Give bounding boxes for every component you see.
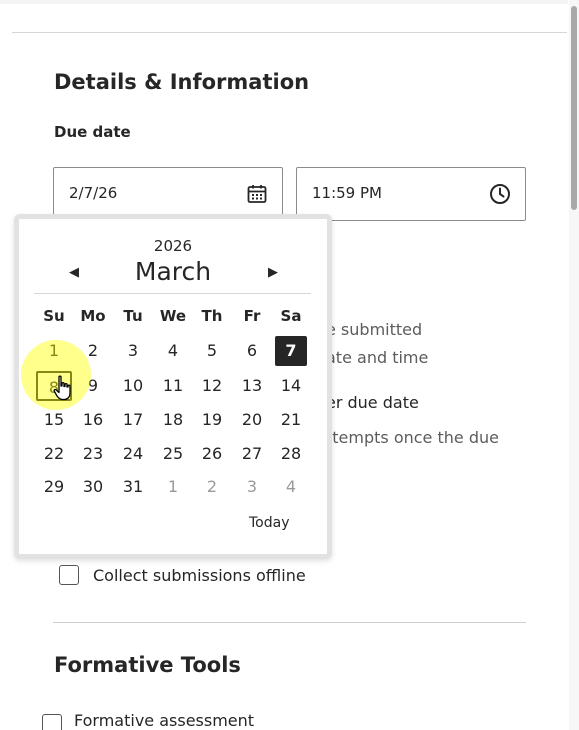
day-cell[interactable]: 29 (36, 472, 72, 502)
day-cell[interactable]: 10 (115, 371, 151, 401)
section-title-formative: Formative Tools (54, 653, 241, 677)
collect-offline-checkbox[interactable] (59, 565, 79, 585)
weekday-th: Th (201, 307, 223, 325)
day-cell[interactable]: 13 (234, 371, 270, 401)
picker-year: 2026 (153, 237, 193, 255)
bg-text-3: er due date (326, 393, 419, 412)
next-month-button[interactable]: ▶ (268, 265, 278, 280)
section-divider (53, 622, 526, 623)
day-cell[interactable]: 4 (155, 336, 191, 366)
day-cell[interactable]: 19 (194, 405, 230, 435)
day-cell[interactable]: 17 (115, 405, 151, 435)
day-cell[interactable]: 3 (115, 336, 151, 366)
due-time-value: 11:59 PM (312, 184, 382, 202)
day-cell[interactable]: 3 (234, 472, 270, 502)
day-cell[interactable]: 21 (273, 405, 309, 435)
weekday-we: We (159, 307, 187, 325)
day-cell[interactable]: 18 (155, 405, 191, 435)
day-cell[interactable]: 25 (155, 439, 191, 469)
day-cell[interactable]: 1 (155, 472, 191, 502)
day-cell[interactable]: 5 (194, 336, 230, 366)
date-picker: 2026 ◀ March ▶ Su Mo Tu We Th Fr Sa 1234567891… (14, 214, 332, 559)
day-cell[interactable]: 1 (36, 336, 72, 366)
today-button[interactable]: Today (249, 515, 290, 531)
day-cell[interactable]: 23 (75, 439, 111, 469)
scrollbar-thumb[interactable] (571, 6, 577, 210)
top-edge (0, 0, 568, 4)
top-divider (12, 32, 567, 33)
scrollbar[interactable] (569, 0, 579, 730)
day-cell[interactable]: 11 (155, 371, 191, 401)
day-cell[interactable]: 8 (36, 371, 72, 401)
day-cell[interactable]: 14 (273, 371, 309, 401)
day-cell[interactable]: 2 (194, 472, 230, 502)
bg-text-2: ate and time (326, 348, 429, 367)
due-date-value: 2/7/26 (69, 184, 118, 202)
day-cell[interactable]: 30 (75, 472, 111, 502)
day-cell[interactable]: 2 (75, 336, 111, 366)
day-cell[interactable]: 27 (234, 439, 270, 469)
bg-text-1: e submitted (326, 320, 423, 339)
weekday-sa: Sa (280, 307, 302, 325)
bg-text-4: ttempts once the due (326, 428, 499, 447)
collect-offline-label: Collect submissions offline (93, 565, 306, 585)
section-title-details: Details & Information (54, 70, 310, 94)
picker-divider (34, 293, 311, 294)
assignment-settings-panel: Details & Information Due date 2/7/26 11… (0, 0, 579, 730)
day-cell[interactable]: 28 (273, 439, 309, 469)
day-cell[interactable]: 20 (234, 405, 270, 435)
day-cell[interactable]: 16 (75, 405, 111, 435)
picker-month: March (134, 257, 212, 286)
weekday-fr: Fr (243, 307, 261, 325)
day-cell[interactable]: 26 (194, 439, 230, 469)
day-cell[interactable]: 12 (194, 371, 230, 401)
day-cell[interactable]: 4 (273, 472, 309, 502)
weekday-tu: Tu (123, 307, 143, 325)
day-cell[interactable]: 24 (115, 439, 151, 469)
calendar-icon[interactable] (247, 184, 267, 208)
due-date-label: Due date (54, 123, 131, 141)
formative-assessment-checkbox[interactable] (42, 714, 62, 730)
due-time-input[interactable]: 11:59 PM (296, 167, 526, 221)
weekday-su: Su (43, 307, 65, 325)
weekday-mo: Mo (80, 307, 106, 325)
day-cell[interactable]: 15 (36, 405, 72, 435)
day-cell[interactable]: 22 (36, 439, 72, 469)
day-cell[interactable]: 31 (115, 472, 151, 502)
formative-assessment-label: Formative assessment (74, 711, 255, 730)
clock-icon[interactable] (489, 183, 511, 209)
day-cell[interactable]: 9 (75, 371, 111, 401)
collect-offline-row[interactable]: Collect submissions offline (59, 565, 306, 585)
due-date-input[interactable]: 2/7/26 (53, 167, 283, 221)
day-cell[interactable]: 7 (275, 336, 307, 366)
day-cell[interactable]: 6 (234, 336, 270, 366)
